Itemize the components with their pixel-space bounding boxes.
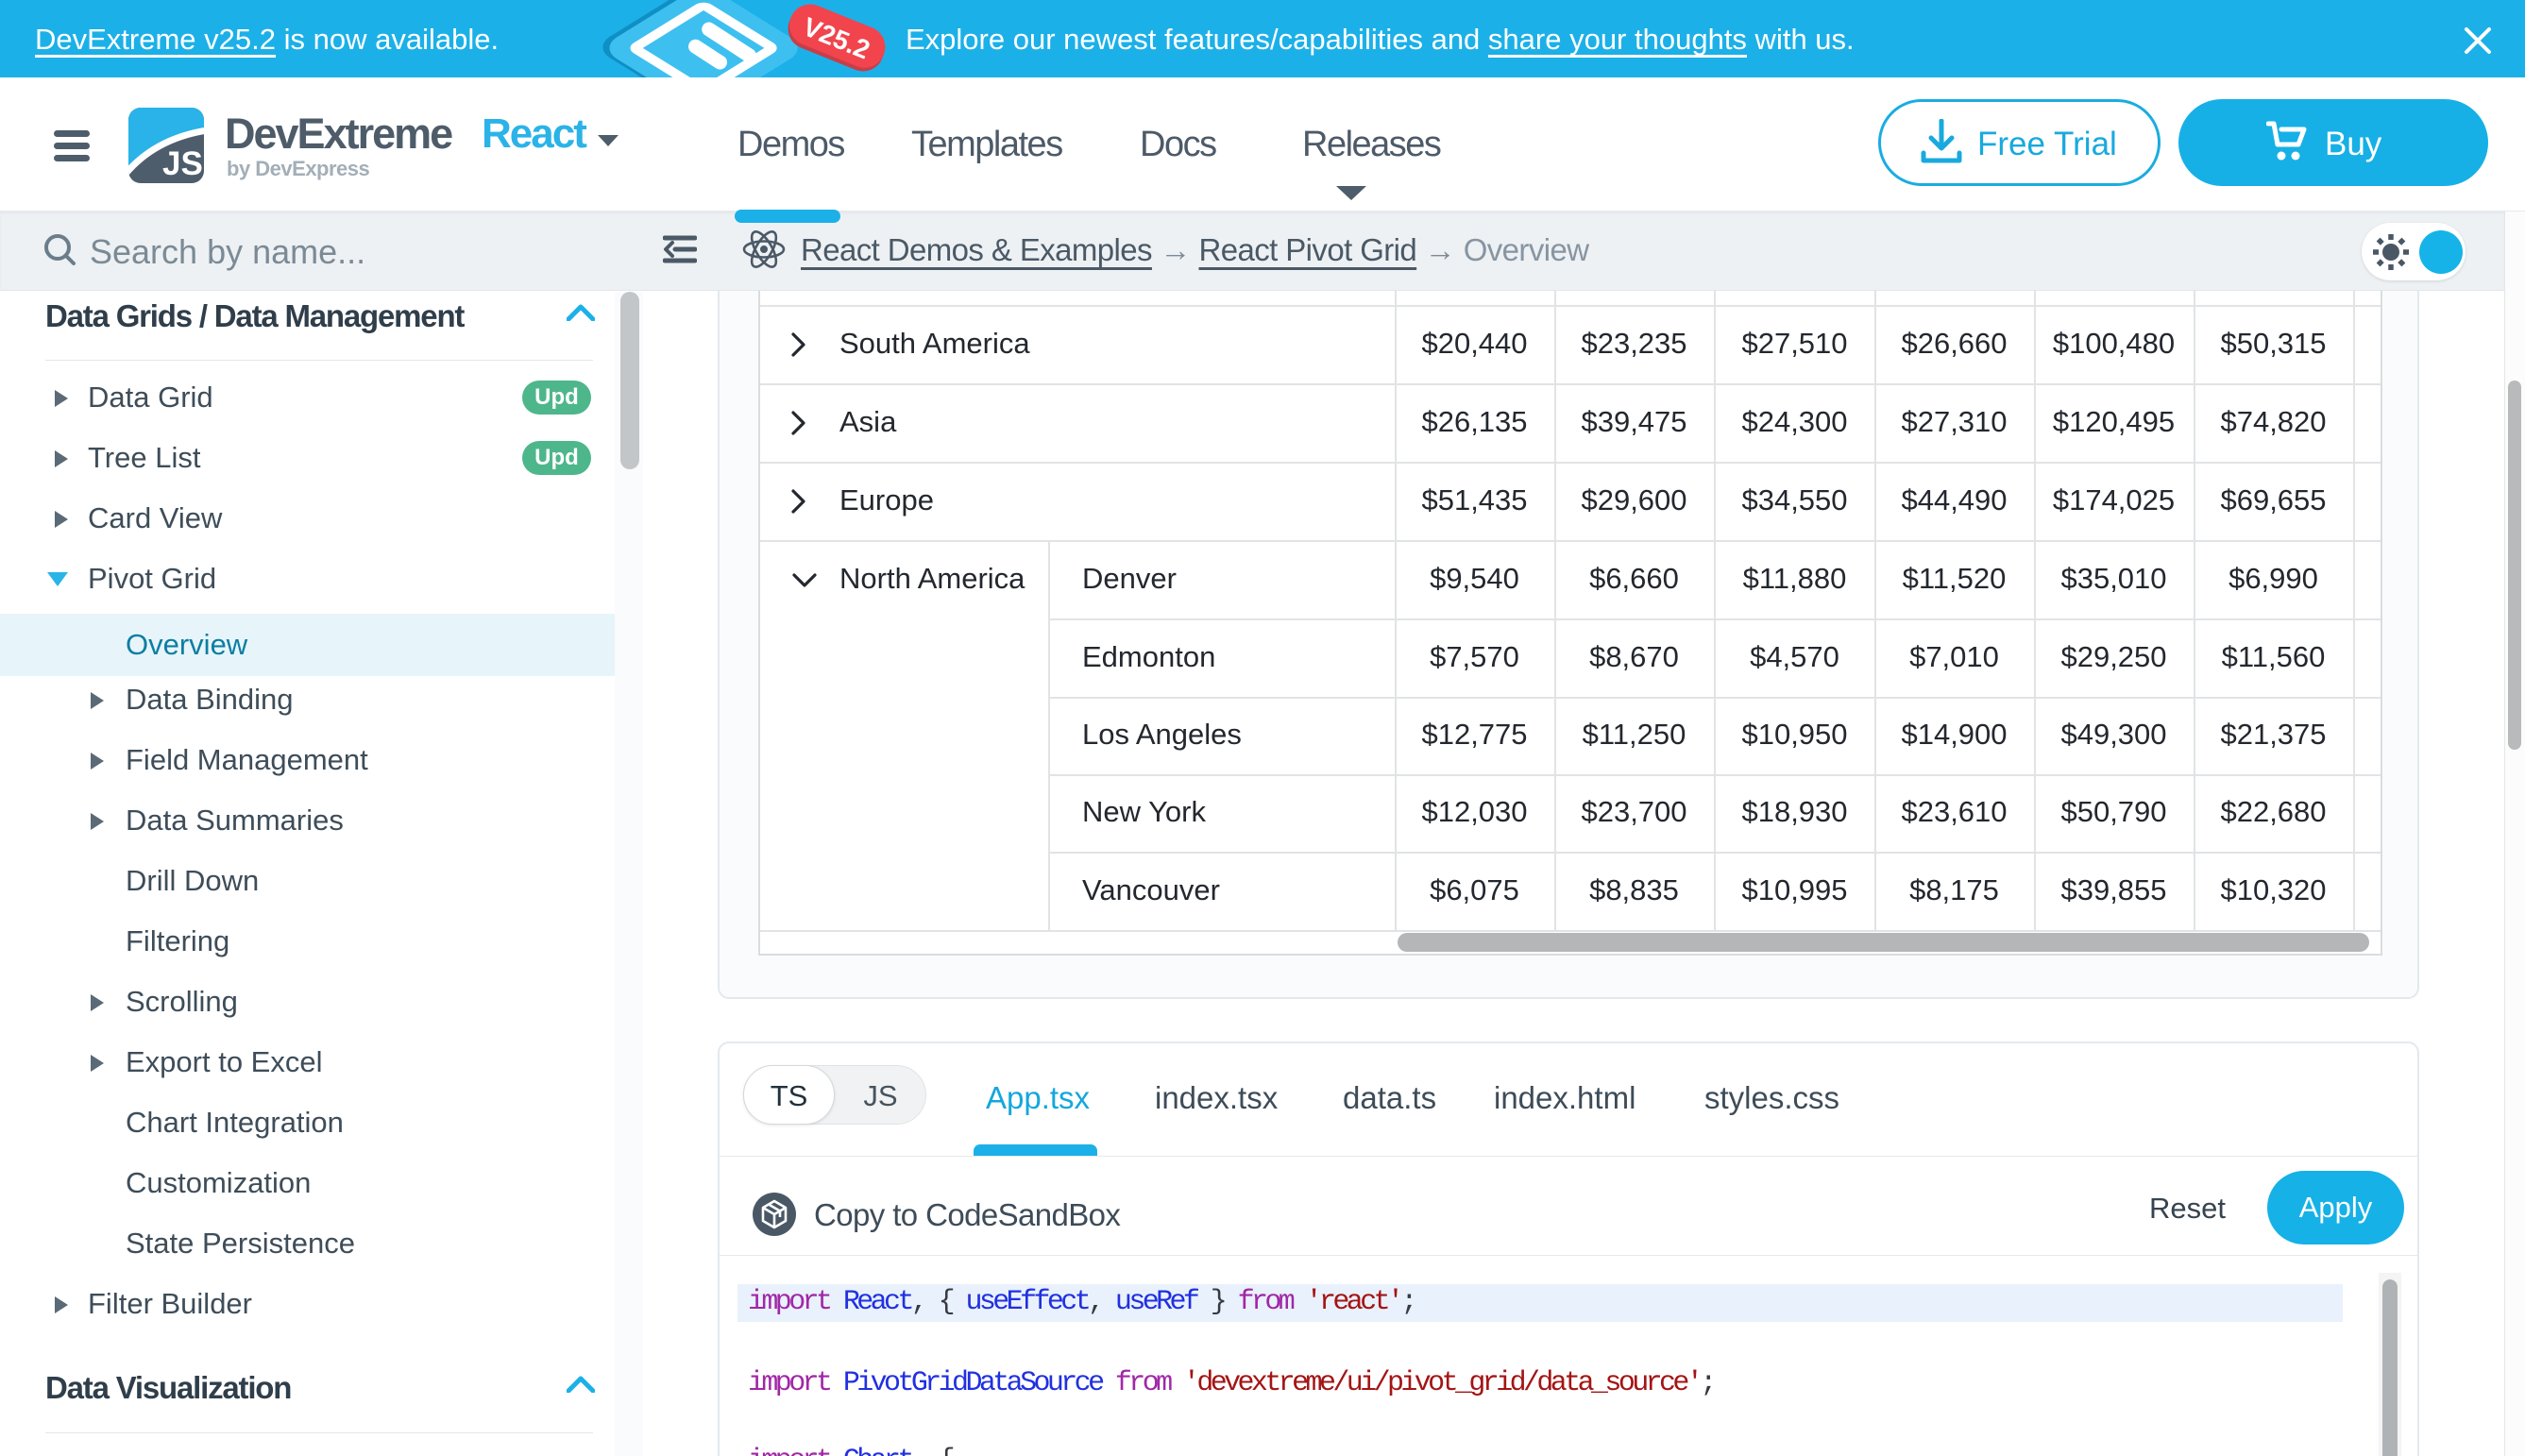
svg-text:JS: JS [162, 145, 203, 182]
